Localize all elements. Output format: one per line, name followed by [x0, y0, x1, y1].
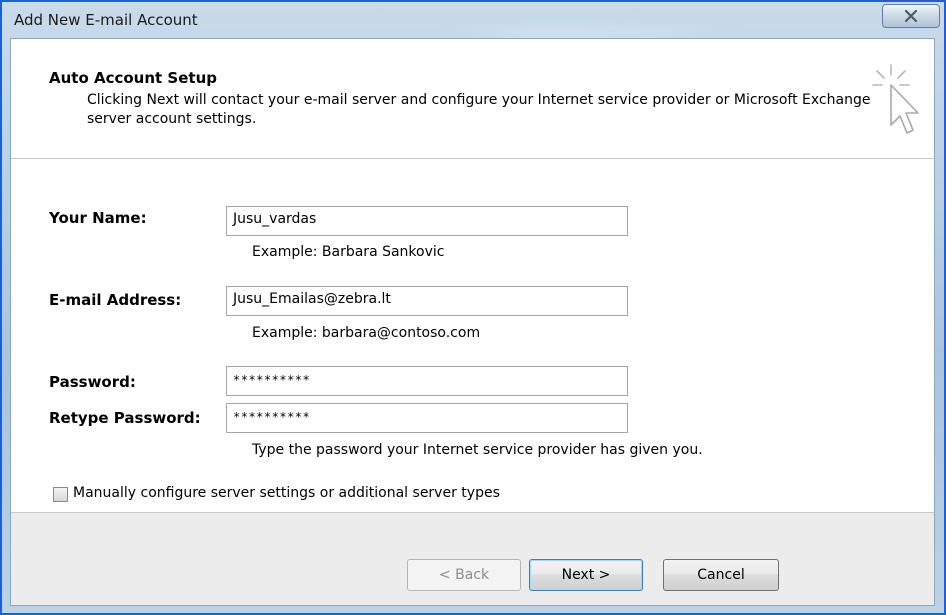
- page-description: Clicking Next will contact your e-mail s…: [87, 92, 871, 127]
- password-label: Password:: [49, 373, 136, 391]
- your-name-label: Your Name:: [49, 209, 147, 227]
- your-name-example: Example: Barbara Sankovic: [252, 244, 445, 260]
- your-name-input[interactable]: Jusu_vardas: [226, 206, 628, 236]
- back-button[interactable]: < Back: [407, 559, 521, 591]
- footer-divider: [11, 512, 934, 513]
- header-panel: Auto Account Setup Clicking Next will co…: [11, 39, 934, 159]
- password-input[interactable]: **********: [226, 366, 628, 396]
- email-address-input[interactable]: Jusu_Emailas@zebra.lt: [226, 286, 628, 316]
- wizard-cursor-icon: [872, 64, 919, 134]
- close-icon: [904, 10, 918, 22]
- password-hint: Type the password your Internet service …: [252, 442, 703, 458]
- window-title: Add New E-mail Account: [14, 11, 198, 29]
- email-address-example: Example: barbara@contoso.com: [252, 325, 481, 341]
- title-bar[interactable]: Add New E-mail Account: [2, 2, 944, 48]
- retype-password-label: Retype Password:: [49, 409, 201, 427]
- dialog-window: Add New E-mail Account Auto Account Setu…: [0, 0, 946, 615]
- email-address-label: E-mail Address:: [49, 291, 182, 309]
- manual-configure-checkbox[interactable]: [53, 487, 68, 502]
- cancel-button[interactable]: Cancel: [663, 559, 779, 591]
- manual-configure-label[interactable]: Manually configure server settings or ad…: [73, 485, 500, 501]
- close-button[interactable]: [882, 4, 940, 28]
- retype-password-input[interactable]: **********: [226, 403, 628, 433]
- page-heading: Auto Account Setup: [49, 69, 217, 87]
- dialog-content: Auto Account Setup Clicking Next will co…: [10, 38, 935, 606]
- next-button[interactable]: Next >: [529, 559, 643, 591]
